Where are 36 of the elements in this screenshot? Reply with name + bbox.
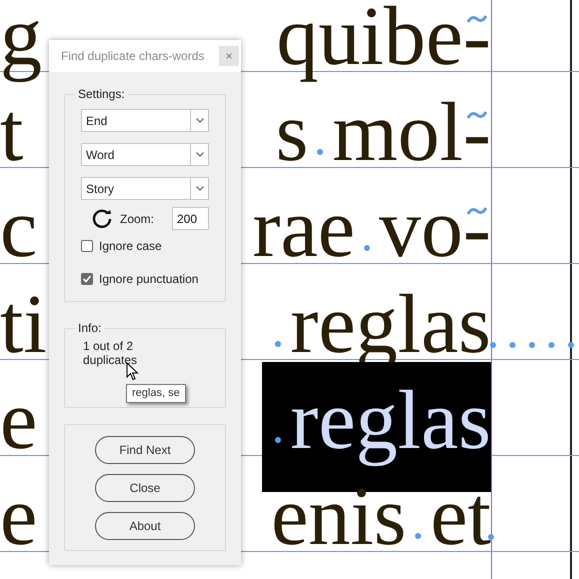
zoom-label: Zoom: — [120, 210, 154, 228]
close-button[interactable]: × — [219, 46, 239, 66]
space-mark-icon — [317, 149, 324, 155]
dialog-button[interactable]: Close — [95, 474, 195, 502]
document-text: vo- — [379, 187, 491, 271]
document-text: t — [0, 91, 24, 175]
document-text: ti — [0, 283, 47, 367]
document-text: enis — [271, 475, 406, 559]
window-title: Find duplicate chars-words — [61, 48, 204, 65]
checkbox[interactable] — [81, 273, 93, 285]
document-text: e — [0, 379, 38, 463]
space-mark-icon — [415, 533, 422, 539]
space-mark-icon — [364, 245, 370, 251]
document-text: reglas — [290, 283, 491, 367]
checkbox-label: Ignore case — [99, 238, 162, 255]
document-text: et — [430, 475, 491, 559]
document-text: mol- — [332, 91, 491, 175]
dropdown[interactable]: Word — [81, 143, 209, 166]
checkbox[interactable] — [81, 240, 93, 252]
refresh-icon[interactable] — [91, 208, 113, 230]
dialog-button[interactable]: About — [95, 512, 195, 540]
zoom-field[interactable]: 200 — [172, 207, 209, 230]
document-text: c — [0, 187, 38, 271]
chevron-down-icon — [196, 152, 204, 157]
document-text: s — [276, 91, 308, 175]
dialog-button[interactable]: Find Next — [95, 436, 195, 464]
document-text: rae — [252, 187, 356, 271]
chevron-down-icon — [196, 118, 204, 123]
document-text: e — [0, 475, 38, 559]
group-legend: Settings: — [75, 86, 128, 102]
tooltip: reglas, se — [126, 384, 186, 403]
chevron-down-icon — [196, 186, 204, 191]
checkbox-label: Ignore punctuation — [99, 271, 198, 288]
dropdown[interactable]: End — [81, 109, 209, 132]
info-text: 1 out of 2 duplicates — [83, 339, 138, 367]
dropdown[interactable]: Story — [81, 177, 209, 200]
